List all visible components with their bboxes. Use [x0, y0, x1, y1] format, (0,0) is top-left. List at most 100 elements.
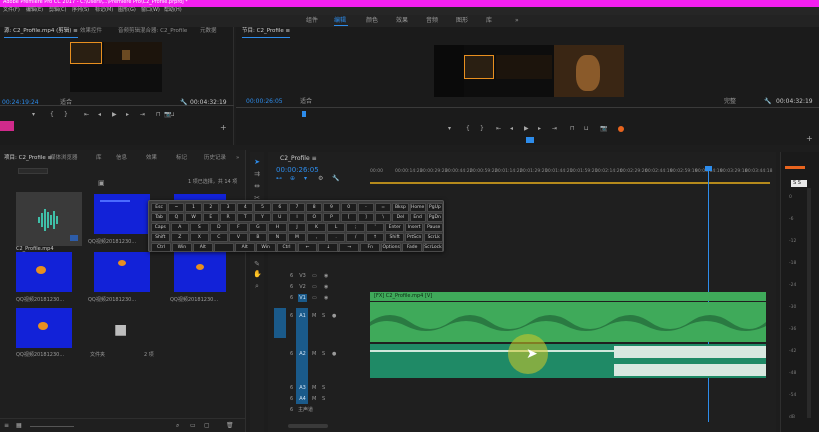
keyboard-key[interactable]: Home: [409, 203, 426, 212]
keyboard-key[interactable]: ,: [307, 233, 326, 242]
keyboard-key[interactable]: Enter: [385, 223, 404, 232]
keyboard-key[interactable]: G: [248, 223, 268, 232]
keyboard-key[interactable]: Y: [254, 213, 271, 222]
keyboard-key[interactable]: Alt: [192, 243, 213, 252]
timeline-settings-icon[interactable]: ⚙: [318, 176, 323, 182]
track-a2-mic-icon[interactable]: ●: [332, 352, 336, 357]
workspace-more-button[interactable]: »: [515, 18, 519, 24]
timeline-timecode[interactable]: 00:00:26:05: [276, 167, 319, 174]
folder-icon[interactable]: ■: [114, 322, 127, 338]
workspace-tab-editing[interactable]: 编辑: [334, 18, 346, 24]
menu-item-marker[interactable]: 标记(M): [95, 8, 113, 13]
program-timecode-in[interactable]: 00:00:26:05: [246, 99, 283, 105]
play-icon[interactable]: ▶: [112, 112, 117, 118]
track-a1-solo[interactable]: S: [322, 314, 325, 319]
tab-markers[interactable]: 标记: [176, 155, 187, 162]
keyboard-key[interactable]: Win: [255, 243, 276, 252]
tab-history[interactable]: 历史记录: [204, 155, 226, 162]
keyboard-key[interactable]: 3: [219, 203, 237, 212]
new-bin-folder-icon[interactable]: ▣: [98, 180, 105, 187]
menu-item-file[interactable]: 文件(F): [3, 8, 20, 13]
mark-out-button-icon[interactable]: }: [64, 112, 68, 118]
workspace-tab-assembly[interactable]: 组件: [306, 18, 318, 24]
track-v2-eye-icon[interactable]: ◉: [324, 285, 328, 290]
keyboard-key[interactable]: ←: [297, 243, 318, 252]
work-area-bar[interactable]: [370, 182, 770, 184]
keyboard-key[interactable]: Ctrl: [151, 243, 171, 252]
track-a1-toggle[interactable]: 6: [290, 314, 293, 319]
keyboard-key[interactable]: Q: [168, 213, 185, 222]
step-back-icon[interactable]: ◂: [98, 112, 101, 118]
zoom-tool-icon[interactable]: ⌕: [253, 282, 261, 290]
keyboard-key[interactable]: 0: [340, 203, 357, 212]
keyboard-key[interactable]: PgDn: [426, 213, 443, 222]
panel-more-icon[interactable]: »: [236, 155, 239, 162]
workspace-tab-libraries[interactable]: 库: [486, 18, 492, 24]
menu-item-clip[interactable]: 剪辑(C): [49, 8, 66, 13]
track-a2-label[interactable]: A2: [298, 350, 307, 358]
keyboard-key[interactable]: Esc: [151, 203, 168, 212]
keyboard-key[interactable]: 4: [237, 203, 254, 212]
keyboard-key[interactable]: Tab: [151, 213, 168, 222]
tab-project[interactable]: 项目: C2_Profile ≡: [4, 155, 52, 162]
track-a3-label[interactable]: A3: [298, 384, 307, 392]
clear-icon[interactable]: 🗑: [226, 423, 234, 429]
tab-source[interactable]: 源: C2_Profile.mp4 (剪辑) ≡: [4, 28, 78, 38]
program-quality-select[interactable]: 完整: [724, 99, 736, 105]
keyboard-key[interactable]: L: [326, 223, 346, 232]
video-clip-v1[interactable]: [FX] C2_Profile.mp4 [V]: [370, 292, 766, 301]
thumb-video-5[interactable]: [94, 252, 150, 292]
track-a4-label[interactable]: A4: [298, 395, 307, 403]
keyboard-key[interactable]: C: [209, 233, 229, 242]
track-v3-label[interactable]: V3: [298, 272, 307, 280]
program-scrub-ruler[interactable]: [236, 107, 819, 108]
keyboard-key[interactable]: Alt: [234, 243, 255, 252]
hand-tool-icon[interactable]: ✋: [253, 270, 262, 278]
source-button-editor-plus-icon[interactable]: +: [220, 124, 227, 132]
thumb-video-7[interactable]: [16, 308, 72, 348]
mark-in-icon[interactable]: ▾: [32, 112, 35, 118]
meter-solo-buttons[interactable]: S S: [791, 180, 807, 187]
new-item-icon[interactable]: ▢: [204, 423, 210, 429]
keyboard-key[interactable]: PgUp: [426, 203, 443, 212]
keyboard-key[interactable]: ~: [168, 203, 185, 212]
track-a4-mute[interactable]: M: [312, 397, 316, 402]
keyboard-key[interactable]: ScrLk: [424, 233, 443, 242]
track-a4-toggle[interactable]: 6: [290, 397, 293, 402]
track-select-tool-icon[interactable]: ⇉: [253, 170, 261, 178]
program-compare-toggle[interactable]: [526, 137, 534, 143]
track-v3-sync-icon[interactable]: ▭: [312, 274, 317, 279]
add-marker-icon[interactable]: ▾: [304, 176, 307, 182]
tab-sequence[interactable]: C2_Profile ≡: [280, 156, 317, 162]
track-v1-sync-icon[interactable]: ▭: [312, 296, 317, 301]
keyboard-key[interactable]: [213, 243, 234, 252]
keyboard-key[interactable]: [: [340, 213, 357, 222]
tab-libraries[interactable]: 库: [96, 155, 102, 162]
menu-item-window[interactable]: 窗口(W): [141, 8, 160, 13]
program-go-to-out-icon[interactable]: ⇥: [552, 126, 557, 132]
workspace-tab-effects[interactable]: 效果: [396, 18, 408, 24]
keyboard-key[interactable]: 5: [254, 203, 271, 212]
thumb-video-2[interactable]: [94, 194, 150, 234]
zoom-slider[interactable]: [30, 426, 74, 427]
program-go-to-in-icon[interactable]: ⇤: [496, 126, 501, 132]
track-a4-solo[interactable]: S: [322, 397, 325, 402]
keyboard-key[interactable]: A: [170, 223, 190, 232]
extract-icon[interactable]: ⊔: [584, 126, 589, 132]
track-a3-mute[interactable]: M: [312, 386, 316, 391]
keyboard-key[interactable]: ;: [346, 223, 365, 232]
keyboard-key[interactable]: Pause: [424, 223, 443, 232]
go-to-out-icon[interactable]: ⇥: [140, 112, 145, 118]
track-v1-toggle[interactable]: 6: [290, 296, 293, 301]
track-v2-toggle[interactable]: 6: [290, 285, 293, 290]
track-v2-sync-icon[interactable]: ▭: [312, 285, 317, 290]
thumb-audio-clip[interactable]: [16, 192, 82, 246]
keyboard-key[interactable]: =: [375, 203, 392, 212]
lift-icon[interactable]: ⊓: [570, 126, 575, 132]
ripple-edit-tool-icon[interactable]: ⇹: [253, 182, 261, 190]
menu-item-edit[interactable]: 编辑(E): [26, 8, 43, 13]
program-playhead[interactable]: [302, 111, 306, 117]
keyboard-key[interactable]: \: [375, 213, 392, 222]
keyboard-key[interactable]: .: [326, 233, 346, 242]
keyboard-key[interactable]: /: [346, 233, 365, 242]
